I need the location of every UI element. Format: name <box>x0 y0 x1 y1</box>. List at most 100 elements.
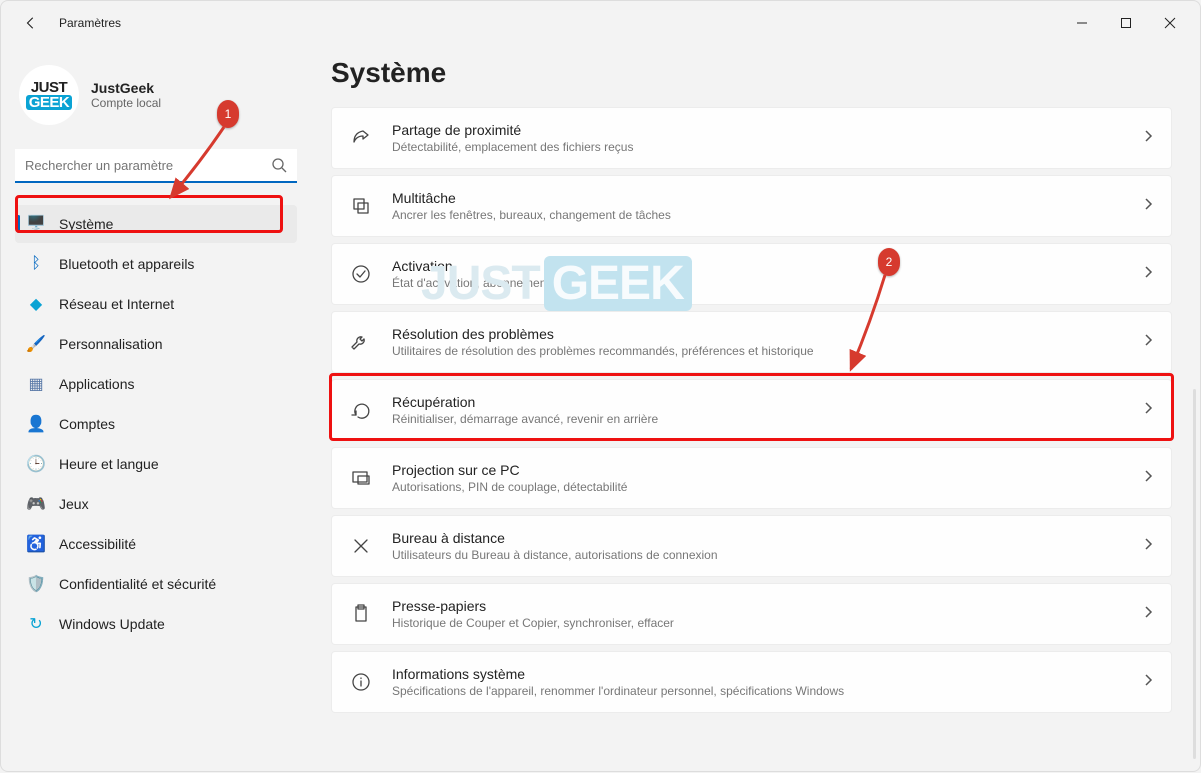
card-icon <box>350 535 372 557</box>
card-title: Presse-papiers <box>392 598 1123 614</box>
sidebar-item-personnalisation[interactable]: 🖌️ Personnalisation <box>15 325 297 363</box>
card-title: Résolution des problèmes <box>392 326 1123 342</box>
applications-icon: ▦ <box>27 375 45 393</box>
close-icon <box>1164 17 1176 29</box>
chevron-right-icon <box>1143 333 1153 352</box>
avatar-line2: GEEK <box>26 95 73 110</box>
window-controls <box>1060 1 1192 45</box>
card-subtitle: Spécifications de l'appareil, renommer l… <box>392 684 1123 698</box>
sidebar-item-confidentialite[interactable]: 🛡️Confidentialité et sécurité <box>15 565 297 603</box>
card-title: Partage de proximité <box>392 122 1123 138</box>
card-title: Multitâche <box>392 190 1123 206</box>
chevron-right-icon <box>1143 265 1153 284</box>
sidebar: JUST GEEK JustGeek Compte local 🖥️Systèm… <box>1 45 311 713</box>
accessibilite-icon: ♿ <box>27 535 45 553</box>
sidebar-item-applications[interactable]: ▦ Applications <box>15 365 297 403</box>
back-button[interactable] <box>9 1 53 45</box>
annotation-badge-1: 1 <box>217 100 239 128</box>
sidebar-item-label: Réseau et Internet <box>59 296 174 312</box>
card-subtitle: Autorisations, PIN de couplage, détectab… <box>392 480 1123 494</box>
card-subtitle: État d'activation, abonnements, clé de p… <box>392 276 1123 290</box>
sidebar-item-label: Applications <box>59 376 135 392</box>
titlebar: Paramètres <box>1 1 1200 45</box>
minimize-icon <box>1076 17 1088 29</box>
card-subtitle: Utilisateurs du Bureau à distance, autor… <box>392 548 1123 562</box>
reseau-icon: ◆ <box>27 295 45 313</box>
scrollbar[interactable] <box>1193 389 1196 759</box>
wrench-icon <box>350 331 372 353</box>
search-input[interactable] <box>15 149 297 183</box>
maximize-icon <box>1120 17 1132 29</box>
projection-icon <box>350 467 372 489</box>
settings-card-resolution[interactable]: Résolution des problèmes Utilitaires de r… <box>331 311 1172 373</box>
card-subtitle: Utilitaires de résolution des problèmes … <box>392 344 1123 358</box>
sidebar-nav: 🖥️SystèmeᛒBluetooth et appareils◆Réseau … <box>15 205 297 643</box>
remote-icon <box>350 535 372 557</box>
card-icon <box>350 195 372 217</box>
sidebar-item-update[interactable]: ↻Windows Update <box>15 605 297 643</box>
card-icon <box>350 467 372 489</box>
sidebar-item-label: Jeux <box>59 496 89 512</box>
card-subtitle: Ancrer les fenêtres, bureaux, changement… <box>392 208 1123 222</box>
settings-card-projection[interactable]: Projection sur ce PC Autorisations, PIN d… <box>331 447 1172 509</box>
maximize-button[interactable] <box>1104 1 1148 45</box>
card-title: Projection sur ce PC <box>392 462 1123 478</box>
chevron-right-icon <box>1143 129 1153 148</box>
annotation-highlight-systeme <box>15 195 283 233</box>
card-icon <box>350 671 372 693</box>
card-icon <box>350 603 372 625</box>
bluetooth-icon: ᛒ <box>27 255 45 273</box>
sidebar-item-heure[interactable]: 🕒Heure et langue <box>15 445 297 483</box>
copy-icon <box>350 195 372 217</box>
card-title: Activation <box>392 258 1123 274</box>
avatar-line1: JUST <box>31 80 67 95</box>
settings-card-multitache[interactable]: Multitâche Ancrer les fenêtres, bureaux, … <box>331 175 1172 237</box>
check-icon <box>350 263 372 285</box>
chevron-right-icon <box>1143 469 1153 488</box>
settings-card-presse[interactable]: Presse-papiers Historique de Couper et Co… <box>331 583 1172 645</box>
close-button[interactable] <box>1148 1 1192 45</box>
search-box[interactable] <box>15 149 297 183</box>
sidebar-item-accessibilite[interactable]: ♿ Accessibilité <box>15 525 297 563</box>
sidebar-item-label: Comptes <box>59 416 115 432</box>
minimize-button[interactable] <box>1060 1 1104 45</box>
sidebar-item-jeux[interactable]: 🎮 Jeux <box>15 485 297 523</box>
card-subtitle: Historique de Couper et Copier, synchron… <box>392 616 1123 630</box>
sidebar-item-comptes[interactable]: 👤 Comptes <box>15 405 297 443</box>
sidebar-item-label: Personnalisation <box>59 336 163 352</box>
card-title: Informations système <box>392 666 1123 682</box>
update-icon: ↻ <box>27 615 45 633</box>
info-icon <box>350 671 372 693</box>
settings-card-activation[interactable]: Activation État d'activation, abonnements… <box>331 243 1172 305</box>
jeux-icon: 🎮 <box>27 495 45 513</box>
settings-card-partage[interactable]: Partage de proximité Détectabilité, empla… <box>331 107 1172 169</box>
annotation-highlight-recuperation <box>329 373 1174 441</box>
share-icon <box>350 127 372 149</box>
card-icon <box>350 331 372 353</box>
card-title: Bureau à distance <box>392 530 1123 546</box>
clipboard-icon <box>350 603 372 625</box>
window-title: Paramètres <box>59 16 121 30</box>
profile-sub: Compte local <box>91 96 161 110</box>
sidebar-item-label: Confidentialité et sécurité <box>59 576 216 592</box>
chevron-right-icon <box>1143 197 1153 216</box>
search-icon <box>271 157 287 178</box>
sidebar-item-label: Heure et langue <box>59 456 159 472</box>
settings-card-bureau[interactable]: Bureau à distance Utilisateurs du Bureau … <box>331 515 1172 577</box>
chevron-right-icon <box>1143 537 1153 556</box>
sidebar-item-label: Bluetooth et appareils <box>59 256 194 272</box>
sidebar-item-label: Accessibilité <box>59 536 136 552</box>
settings-card-infos[interactable]: Informations système Spécifications de l'… <box>331 651 1172 713</box>
card-subtitle: Détectabilité, emplacement des fichiers … <box>392 140 1123 154</box>
card-icon <box>350 263 372 285</box>
chevron-right-icon <box>1143 605 1153 624</box>
annotation-badge-2: 2 <box>878 248 900 276</box>
sidebar-item-bluetooth[interactable]: ᛒ Bluetooth et appareils <box>15 245 297 283</box>
profile-block[interactable]: JUST GEEK JustGeek Compte local <box>19 65 293 125</box>
personnalisation-icon: 🖌️ <box>27 335 45 353</box>
comptes-icon: 👤 <box>27 415 45 433</box>
sidebar-item-reseau[interactable]: ◆ Réseau et Internet <box>15 285 297 323</box>
profile-name: JustGeek <box>91 80 161 96</box>
arrow-left-icon <box>24 16 38 30</box>
page-title: Système <box>331 57 1172 89</box>
